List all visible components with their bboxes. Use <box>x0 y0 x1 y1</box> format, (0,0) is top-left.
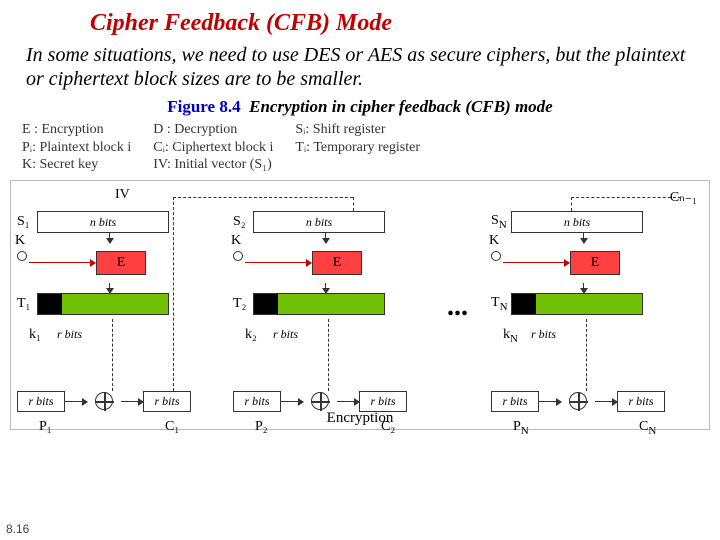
shift-register-1: S₁ n bits <box>17 211 225 233</box>
temp-register-1: T₁ <box>17 293 225 315</box>
xor-icon <box>569 392 587 410</box>
key-icon <box>491 251 501 261</box>
intro-text: In some situations, we need to use DES o… <box>0 37 720 95</box>
stage-2: S₂ n bits K E T₂ k₂ r bits r bits <box>233 211 441 315</box>
stage-n: Cₙ₋₁ SN n bits K E TN kN r bi <box>491 211 699 315</box>
t1-label: T₁ <box>17 296 37 312</box>
sn-label: SN <box>491 213 511 231</box>
k-down-arrow-1 <box>112 319 113 391</box>
legend-col-1: E : Encryption Pᵢ: Plaintext block i K: … <box>22 121 131 174</box>
figure-caption: Figure 8.4 Encryption in cipher feedback… <box>0 97 720 117</box>
pn-box: r bits <box>491 391 539 412</box>
legend-col-3: Sᵢ: Shift register Tᵢ: Temporary registe… <box>295 121 420 174</box>
rbits-top-n: r bits <box>531 327 556 342</box>
rbits-top-2: r bits <box>273 327 298 342</box>
encrypt-row-1: K E <box>17 243 225 283</box>
key-icon <box>17 251 27 261</box>
stage-1: IV S₁ n bits K E T₁ k₁ r bits <box>17 211 225 315</box>
c1-box: r bits <box>143 391 191 412</box>
c2-box: r bits <box>359 391 407 412</box>
tn-box <box>511 293 643 315</box>
legend-Ci: Cᵢ: Ciphertext block i <box>153 139 273 157</box>
k-node-2: K <box>233 251 247 261</box>
s2-label: S₂ <box>233 214 253 230</box>
legend: E : Encryption Pᵢ: Plaintext block i K: … <box>10 119 710 176</box>
t2-label: T₂ <box>233 296 253 312</box>
xor-icon <box>95 392 113 410</box>
kn-label: K <box>489 233 499 249</box>
legend-Ti: Tᵢ: Temporary register <box>295 139 420 157</box>
temp-register-2: T₂ <box>233 293 441 315</box>
k-down-arrow-n <box>586 319 587 391</box>
k1-out-label: k₁ <box>29 327 41 343</box>
k2-label: K <box>231 233 241 249</box>
cfb-diagram: E : Encryption Pᵢ: Plaintext block i K: … <box>10 119 710 430</box>
temp-register-n: TN <box>491 293 699 315</box>
xor-icon <box>311 392 329 410</box>
s1-bits: n bits <box>38 212 168 232</box>
k2-out-label: k₂ <box>245 327 257 343</box>
rbits-top-1: r bits <box>57 327 82 342</box>
encryption-label: Encryption <box>11 410 709 427</box>
s1-box: n bits <box>37 211 169 233</box>
io-row-2: r bits r bits <box>233 391 407 412</box>
io-row-n: r bits r bits <box>491 391 665 412</box>
sn-bits: n bits <box>512 212 642 232</box>
s1-label: S₁ <box>17 214 37 230</box>
encrypt-row-n: K E <box>491 243 699 283</box>
legend-K: K: Secret key <box>22 156 131 174</box>
legend-E: E : Encryption <box>22 121 131 139</box>
t1-box <box>37 293 169 315</box>
legend-D: D : Decryption <box>153 121 273 139</box>
slide-title: Cipher Feedback (CFB) Mode <box>0 0 720 37</box>
legend-IV: IV: Initial vector (S₁) <box>153 156 273 174</box>
p1-box: r bits <box>17 391 65 412</box>
k-node-1: K <box>17 251 31 261</box>
figure-text: Encryption in cipher feedback (CFB) mode <box>249 97 553 116</box>
p2-box: r bits <box>233 391 281 412</box>
kn-out-label: kN <box>503 327 518 345</box>
encrypt-row-2: K E <box>233 243 441 283</box>
e-block-1: E <box>96 251 146 275</box>
iv-label: IV <box>115 187 130 203</box>
s2-bits: n bits <box>254 212 384 232</box>
figure-number: Figure 8.4 <box>167 97 240 116</box>
t2-box <box>253 293 385 315</box>
e-block-n: E <box>570 251 620 275</box>
sn-box: n bits <box>511 211 643 233</box>
cn-box: r bits <box>617 391 665 412</box>
io-row-1: r bits r bits <box>17 391 191 412</box>
diagram-box: IV S₁ n bits K E T₁ k₁ r bits <box>10 180 710 430</box>
shift-register-2: S₂ n bits <box>233 211 441 233</box>
k-down-arrow-2 <box>328 319 329 391</box>
legend-Si: Sᵢ: Shift register <box>295 121 420 139</box>
legend-Pi: Pᵢ: Plaintext block i <box>22 139 131 157</box>
page-number: 8.16 <box>6 522 29 536</box>
key-icon <box>233 251 243 261</box>
s2-box: n bits <box>253 211 385 233</box>
tn-label: TN <box>491 295 511 313</box>
shift-register-n: SN n bits <box>491 211 699 233</box>
ellipsis-icon: ... <box>447 291 468 323</box>
k1-label: K <box>15 233 25 249</box>
legend-col-2: D : Decryption Cᵢ: Ciphertext block i IV… <box>153 121 273 174</box>
k-node-n: K <box>491 251 505 261</box>
e-block-2: E <box>312 251 362 275</box>
